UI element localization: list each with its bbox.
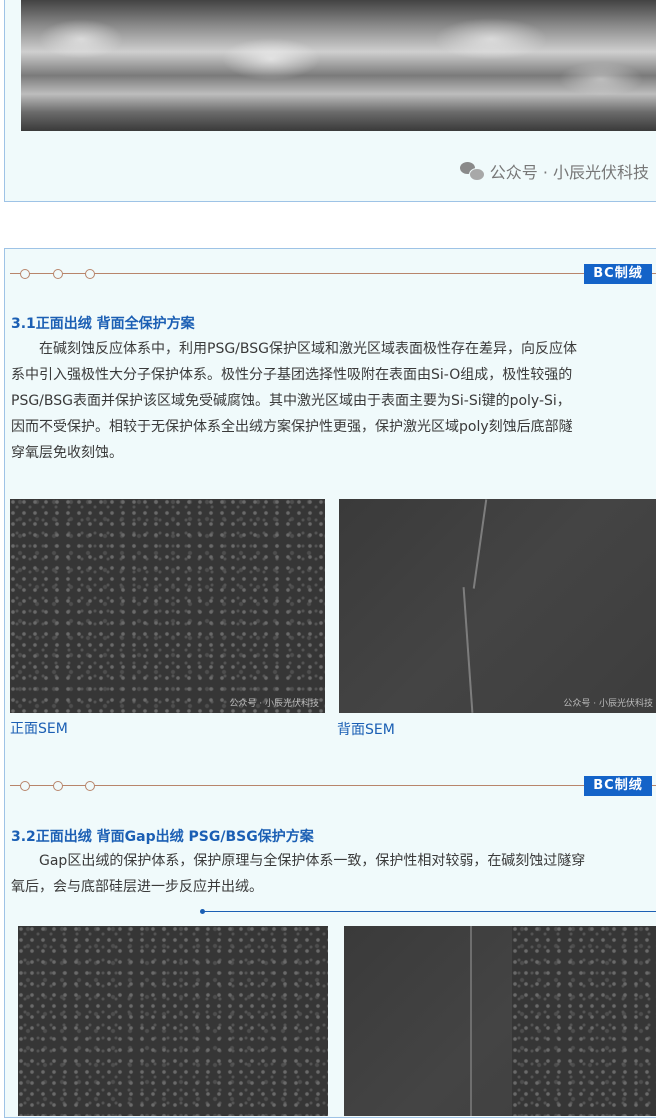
caption-back-sem: 背面SEM — [337, 722, 395, 738]
section-tag: BC制绒 — [584, 776, 652, 796]
paragraph-line: 系中引入强极性大分子保护体系。极性分子基团选择性吸附在表面由Si-O组成，极性较… — [11, 367, 573, 383]
section-heading: 3.1正面出绒 背面全保护方案 — [11, 316, 195, 332]
section-tag: BC制绒 — [584, 264, 652, 284]
watermark-text: 公众号 · 小辰光伏科技 — [489, 163, 649, 182]
section-divider: BC制绒 — [10, 264, 656, 284]
paragraph-line: Gap区出绒的保护体系，保护原理与全保护体系一致，保护性相对较弱，在碱刻蚀过隧穿 — [11, 853, 586, 869]
paragraph-line: 穿氧层免收刻蚀。 — [11, 445, 123, 461]
sem-image-front-gap — [18, 926, 328, 1116]
section-paragraph: Gap区出绒的保护体系，保护原理与全保护体系一致，保护性相对较弱，在碱刻蚀过隧穿… — [11, 848, 656, 900]
caption-front-sem: 正面SEM — [10, 721, 68, 737]
section-paragraph: 在碱刻蚀反应体系中，利用PSG/BSG保护区域和激光区域表面极性存在差异，向反应… — [11, 336, 656, 466]
wechat-icon — [459, 162, 485, 181]
watermark-small: 公众号 · 小辰光伏科技 — [563, 699, 653, 709]
watermark-small: 公众号 · 小辰光伏科技 — [229, 699, 319, 709]
paragraph-line: 因而不受保护。相较于无保护体系全出绒方案保护性更强，保护激光区域poly刻蚀后底… — [11, 419, 573, 435]
sem-image-front: 公众号 · 小辰光伏科技 — [10, 499, 325, 713]
textured-region — [512, 926, 656, 1116]
paragraph-line: 在碱刻蚀反应体系中，利用PSG/BSG保护区域和激光区域表面极性存在差异，向反应… — [11, 341, 577, 357]
paragraph-line: 氧后，会与底部硅层进一步反应并出绒。 — [11, 879, 263, 895]
separator-line — [202, 911, 656, 912]
section-divider: BC制绒 — [10, 776, 656, 796]
top-card: 公众号 · 小辰光伏科技 — [4, 0, 656, 202]
sem-image-back-gap — [344, 926, 656, 1116]
sem-image-back: 公众号 · 小辰光伏科技 — [339, 499, 656, 713]
sem-image-top — [21, 0, 656, 131]
section-heading: 3.2正面出绒 背面Gap出绒 PSG/BSG保护方案 — [11, 829, 314, 845]
paragraph-line: PSG/BSG表面并保护该区域免受碱腐蚀。其中激光区域由于表面主要为Si-Si键… — [11, 393, 571, 409]
watermark: 公众号 · 小辰光伏科技 — [459, 159, 649, 183]
